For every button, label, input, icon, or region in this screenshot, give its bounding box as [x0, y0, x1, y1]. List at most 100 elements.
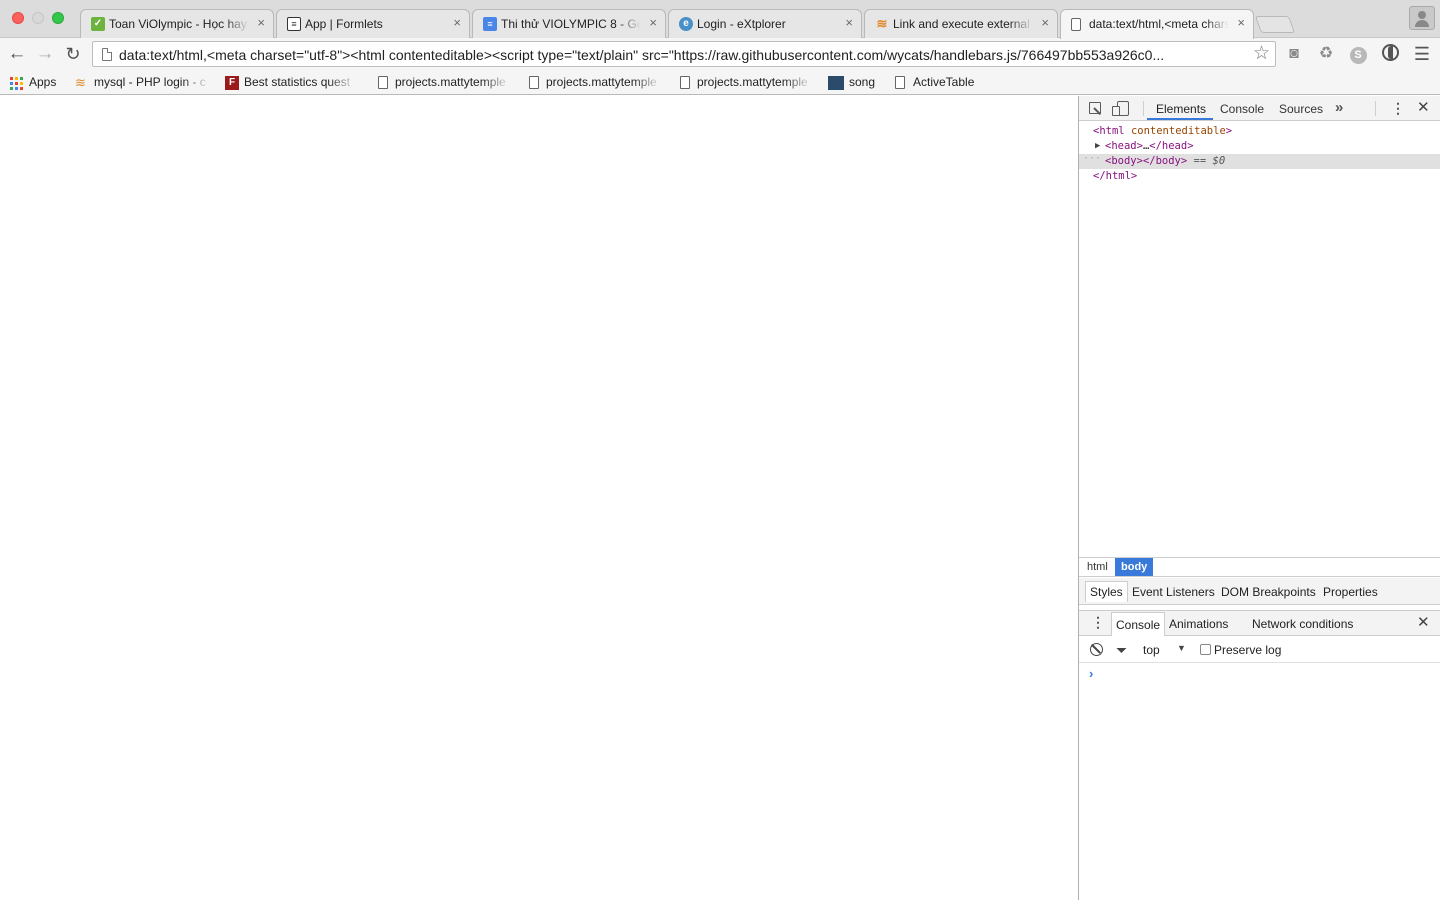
tab-properties[interactable]: Properties [1323, 585, 1378, 599]
browser-tab[interactable]: ≡ App | Formlets × [276, 9, 470, 38]
drawer-menu-icon[interactable]: ⋮ [1091, 614, 1105, 630]
page-icon [529, 76, 539, 89]
divider [1375, 101, 1376, 116]
preserve-log-label: Preserve log [1214, 643, 1282, 657]
page-icon [895, 76, 905, 89]
tab-console[interactable]: Console [1220, 102, 1264, 116]
bookmark-apps[interactable]: Apps [9, 74, 69, 92]
close-devtools-icon[interactable]: ✕ [1417, 99, 1430, 117]
tab-title: Login - eXtplorer [697, 17, 837, 31]
tab-dom-breakpoints[interactable]: DOM Breakpoints [1221, 585, 1316, 599]
tab-title: Thi thử VIOLYMPIC 8 - Google Docs [501, 17, 641, 31]
tab-drawer-console[interactable]: Console [1111, 612, 1166, 636]
bookmark-item[interactable]: projects.mattytemple [376, 74, 516, 92]
ghostery-extension-icon[interactable] [1380, 44, 1400, 64]
docs-icon: ≡ [483, 17, 497, 31]
close-tab-icon[interactable]: × [1041, 16, 1049, 30]
song-icon [828, 76, 844, 90]
bookmark-item[interactable]: projects.mattytemple [527, 74, 667, 92]
close-tab-icon[interactable]: × [257, 16, 265, 30]
browser-tab[interactable]: ≋ Link and execute external JavaScript × [864, 9, 1058, 38]
dom-node-html-close[interactable]: </html> [1079, 169, 1440, 184]
bookmark-star-icon[interactable]: ☆ [1253, 43, 1270, 65]
bookmark-item[interactable]: song [828, 74, 888, 92]
divider [1143, 101, 1144, 116]
window-minimize-button[interactable] [32, 12, 44, 24]
node-options-icon[interactable]: ··· [1083, 151, 1101, 166]
bookmark-label: Best statistics quest [244, 75, 356, 89]
tab-sources[interactable]: Sources [1279, 102, 1323, 116]
browser-tab[interactable]: ✓ Toan ViOlympic - Học hay - cùng luyện … [80, 9, 274, 38]
tab-styles[interactable]: Styles [1085, 581, 1128, 602]
tab-title: App | Formlets [305, 17, 445, 31]
chrome-menu-icon[interactable]: ☰ [1412, 44, 1432, 64]
bookmark-label: mysql - PHP login - c [94, 75, 210, 89]
bookmark-item[interactable]: projects.mattytemple [678, 74, 818, 92]
address-bar[interactable]: data:text/html,<meta charset="utf-8"><ht… [92, 41, 1276, 67]
bookmark-item[interactable]: ≋ mysql - PHP login - c [75, 74, 215, 92]
drawer-tabbar: ⋮ Console Animations Network conditions … [1079, 610, 1440, 636]
preserve-log-checkbox[interactable] [1200, 644, 1211, 655]
page-icon [680, 76, 690, 89]
browser-tab-active[interactable]: data:text/html,<meta charset="utf-8"> × [1060, 9, 1254, 39]
tag-text: </head> [1149, 140, 1194, 152]
close-drawer-icon[interactable]: ✕ [1417, 614, 1430, 632]
device-toolbar-icon[interactable] [1112, 101, 1129, 116]
console-prompt-icon[interactable]: › [1089, 666, 1093, 681]
dom-node-body[interactable]: ··· <body></body> == $0 [1079, 151, 1440, 169]
stackoverflow-icon: ≋ [75, 75, 86, 90]
url-text[interactable]: data:text/html,<meta charset="utf-8"><ht… [119, 47, 1247, 63]
close-tab-icon[interactable]: × [453, 16, 461, 30]
tab-event-listeners[interactable]: Event Listeners [1132, 585, 1215, 599]
tab-network-conditions[interactable]: Network conditions [1252, 617, 1353, 631]
bookmark-label: projects.mattytemple [546, 75, 661, 89]
violympic-icon: ✓ [91, 17, 105, 31]
devtools-panel: Elements Console Sources » ⋮ ✕ <html con… [1078, 96, 1440, 900]
camera-extension-icon[interactable]: ◙ [1284, 44, 1304, 64]
bookmark-item[interactable]: F Best statistics quest [225, 74, 365, 92]
close-tab-icon[interactable]: × [845, 16, 853, 30]
close-tab-icon[interactable]: × [1237, 16, 1245, 30]
tab-animations[interactable]: Animations [1169, 617, 1228, 631]
new-tab-button[interactable] [1254, 16, 1296, 33]
devtools-tabbar: Elements Console Sources » ⋮ ✕ [1079, 96, 1440, 121]
tab-elements[interactable]: Elements [1156, 102, 1206, 116]
bookmark-label: projects.mattytemple [395, 75, 510, 89]
bookmark-item[interactable]: ActiveTable [893, 74, 993, 92]
tab-title: Link and execute external JavaScript [893, 17, 1033, 31]
back-arrow-icon[interactable]: ← [6, 43, 28, 65]
formlets-icon: ≡ [287, 17, 301, 31]
window-maximize-button[interactable] [52, 12, 64, 24]
dom-node-html[interactable]: <html contenteditable> [1079, 124, 1440, 139]
breadcrumb-body[interactable]: body [1115, 558, 1154, 576]
window-close-button[interactable] [12, 12, 24, 24]
clear-console-icon[interactable] [1090, 643, 1103, 656]
fetchapp-icon: F [225, 76, 239, 90]
attr-text: contenteditable [1130, 125, 1226, 137]
page-icon [102, 48, 112, 61]
active-tab-indicator [1147, 118, 1213, 120]
browser-tab[interactable]: e Login - eXtplorer × [668, 9, 862, 38]
tag-text: </body> [1142, 155, 1188, 167]
close-tab-icon[interactable]: × [649, 16, 657, 30]
devtools-menu-icon[interactable]: ⋮ [1391, 100, 1405, 116]
breadcrumb-html[interactable]: html [1081, 558, 1114, 576]
chevron-down-icon[interactable]: ▼ [1177, 643, 1186, 653]
stackoverflow-icon: ≋ [876, 16, 888, 31]
inspect-element-icon[interactable] [1089, 102, 1101, 114]
forward-arrow-icon[interactable]: → [34, 43, 56, 65]
context-select[interactable]: top [1143, 643, 1160, 657]
profile-avatar-button[interactable] [1409, 6, 1435, 30]
page-viewport[interactable] [0, 96, 1078, 900]
tag-text: </html> [1093, 170, 1138, 182]
dom-tree[interactable]: <html contenteditable> ▶ <head>…</head> … [1079, 124, 1440, 184]
recycle-extension-icon[interactable]: ♻ [1316, 44, 1336, 64]
filter-icon[interactable]: ⏷ [1116, 642, 1127, 658]
browser-tab[interactable]: ≡ Thi thử VIOLYMPIC 8 - Google Docs × [472, 9, 666, 38]
more-tabs-icon[interactable]: » [1335, 99, 1343, 116]
sidebar-tabbar: Styles Event Listeners DOM Breakpoints P… [1079, 578, 1440, 605]
bookmark-label: ActiveTable [913, 75, 975, 89]
dom-node-head[interactable]: ▶ <head>…</head> [1079, 139, 1440, 154]
reload-icon[interactable]: ↻ [62, 43, 84, 65]
skype-extension-icon[interactable]: S [1348, 44, 1368, 64]
